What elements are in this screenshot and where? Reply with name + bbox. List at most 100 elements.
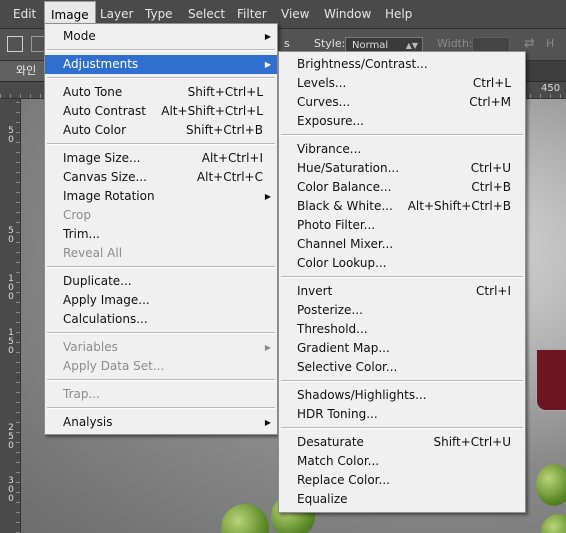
menu-separator [281, 427, 523, 429]
menu-item-invert[interactable]: Invert Ctrl+I [279, 282, 525, 301]
menu-item-threshold[interactable]: Threshold... [279, 320, 525, 339]
menu-item-label: Crop [63, 208, 92, 222]
menu-item-shortcut: Alt+Shift+Ctrl+L [161, 104, 263, 118]
menu-item-levels[interactable]: Levels... Ctrl+L [279, 74, 525, 93]
style-select[interactable]: Normal ▲▼ [345, 37, 423, 52]
menu-item-color-balance[interactable]: Color Balance... Ctrl+B [279, 178, 525, 197]
menu-item-adjustments[interactable]: Adjustments ▶ [45, 55, 277, 74]
menu-item-label: Black & White... [297, 199, 393, 213]
menu-item-auto-color[interactable]: Auto Color Shift+Ctrl+B [45, 121, 277, 140]
submenu-arrow-icon: ▶ [264, 343, 271, 352]
menu-item-crop: Crop [45, 206, 277, 225]
menu-item-trim[interactable]: Trim... [45, 225, 277, 244]
menu-item-label: Reveal All [63, 246, 123, 260]
menu-item-posterize[interactable]: Posterize... [279, 301, 525, 320]
style-label: Style: [314, 37, 346, 50]
menu-item-photo-filter[interactable]: Photo Filter... [279, 216, 525, 235]
menu-item-shortcut: Shift+Ctrl+L [187, 85, 263, 99]
menu-item-label: Trap... [63, 387, 100, 401]
submenu-arrow-icon: ▶ [264, 60, 271, 69]
menu-item-label: Apply Image... [63, 293, 150, 307]
swap-icon[interactable]: ⇄ [524, 36, 535, 51]
menu-item-label: Image Size... [63, 151, 141, 165]
menu-window[interactable]: Window [318, 0, 377, 28]
menu-item-mode[interactable]: Mode ▶ [45, 27, 277, 46]
menu-item-label: Analysis [63, 415, 113, 429]
menu-item-replace-color[interactable]: Replace Color... [279, 471, 525, 490]
menu-item-label: Posterize... [297, 303, 363, 317]
menu-edit[interactable]: Edit [7, 0, 42, 28]
menu-item-label: Selective Color... [297, 360, 398, 374]
menu-item-label: Calculations... [63, 312, 148, 326]
ruler-number: 2 5 0 [8, 423, 14, 451]
menu-item-label: Exposure... [297, 114, 364, 128]
image-menu: Mode ▶ Adjustments ▶ Auto Tone Shift+Ctrl+L Au… [44, 23, 278, 435]
menu-item-label: Invert [297, 284, 333, 298]
menu-item-black-white[interactable]: Black & White... Alt+Shift+Ctrl+B [279, 197, 525, 216]
menu-separator [47, 332, 275, 334]
menu-item-brightness-contrast[interactable]: Brightness/Contrast... [279, 55, 525, 74]
menu-separator [47, 77, 275, 79]
menu-item-shortcut: Alt+Shift+Ctrl+B [407, 199, 511, 213]
menu-item-hue-saturation[interactable]: Hue/Saturation... Ctrl+U [279, 159, 525, 178]
menu-item-curves[interactable]: Curves... Ctrl+M [279, 93, 525, 112]
menu-item-hdr-toning[interactable]: HDR Toning... [279, 405, 525, 424]
ruler-number: 5 0 [8, 226, 14, 245]
menu-item-auto-contrast[interactable]: Auto Contrast Alt+Shift+Ctrl+L [45, 102, 277, 121]
menu-item-label: Auto Tone [63, 85, 123, 99]
menu-separator [281, 276, 523, 278]
menu-item-duplicate[interactable]: Duplicate... [45, 272, 277, 291]
menu-item-label: Equalize [297, 492, 348, 506]
menu-item-label: Adjustments [63, 57, 139, 71]
menu-item-shortcut: Alt+Ctrl+C [196, 170, 263, 184]
menu-help[interactable]: Help [379, 0, 418, 28]
menu-item-exposure[interactable]: Exposure... [279, 112, 525, 131]
menu-item-desaturate[interactable]: Desaturate Shift+Ctrl+U [279, 433, 525, 452]
menu-item-variables: Variables ▶ [45, 338, 277, 357]
menu-item-image-size[interactable]: Image Size... Alt+Ctrl+I [45, 149, 277, 168]
menu-item-apply-image[interactable]: Apply Image... [45, 291, 277, 310]
menu-view[interactable]: View [275, 0, 315, 28]
marquee-tool-icon[interactable] [7, 36, 23, 52]
menu-item-shortcut: Ctrl+B [471, 180, 511, 194]
menu-item-equalize[interactable]: Equalize [279, 490, 525, 509]
menu-item-canvas-size[interactable]: Canvas Size... Alt+Ctrl+C [45, 168, 277, 187]
wine-glass-image [536, 349, 566, 411]
menu-item-selective-color[interactable]: Selective Color... [279, 358, 525, 377]
menu-item-label: Shadows/Highlights... [297, 388, 427, 402]
adjustments-submenu: Brightness/Contrast... Levels... Ctrl+L Cur… [278, 51, 526, 513]
menu-item-shortcut: Shift+Ctrl+U [433, 435, 511, 449]
menu-separator [47, 143, 275, 145]
menu-item-image-rotation[interactable]: Image Rotation ▶ [45, 187, 277, 206]
menu-separator [281, 380, 523, 382]
menu-item-label: Image Rotation [63, 189, 155, 203]
menu-item-auto-tone[interactable]: Auto Tone Shift+Ctrl+L [45, 83, 277, 102]
menu-item-label: Duplicate... [63, 274, 132, 288]
menu-item-label: Channel Mixer... [297, 237, 394, 251]
menu-item-label: Threshold... [297, 322, 368, 336]
menu-item-calculations[interactable]: Calculations... [45, 310, 277, 329]
menu-item-apply-data-set: Apply Data Set... [45, 357, 277, 376]
menu-item-color-lookup[interactable]: Color Lookup... [279, 254, 525, 273]
menu-item-gradient-map[interactable]: Gradient Map... [279, 339, 525, 358]
menu-item-match-color[interactable]: Match Color... [279, 452, 525, 471]
menu-item-shortcut: Alt+Ctrl+I [201, 151, 263, 165]
menu-item-label: Desaturate [297, 435, 364, 449]
menu-item-label: Auto Contrast [63, 104, 146, 118]
ruler-number: 450 [541, 83, 561, 94]
menu-item-analysis[interactable]: Analysis ▶ [45, 413, 277, 432]
menu-item-label: Replace Color... [297, 473, 390, 487]
menu-item-label: HDR Toning... [297, 407, 378, 421]
menu-item-label: Color Lookup... [297, 256, 387, 270]
menu-separator [47, 49, 275, 51]
menu-item-label: Gradient Map... [297, 341, 390, 355]
menu-item-label: Mode [63, 29, 96, 43]
menu-item-trap: Trap... [45, 385, 277, 404]
menu-item-vibrance[interactable]: Vibrance... [279, 140, 525, 159]
menu-item-channel-mixer[interactable]: Channel Mixer... [279, 235, 525, 254]
menu-item-label: Vibrance... [297, 142, 362, 156]
options-fragment: s [284, 37, 290, 50]
menu-item-shortcut: Ctrl+L [472, 76, 511, 90]
menu-item-shortcut: Ctrl+I [476, 284, 511, 298]
menu-item-shadows-highlights[interactable]: Shadows/Highlights... [279, 386, 525, 405]
